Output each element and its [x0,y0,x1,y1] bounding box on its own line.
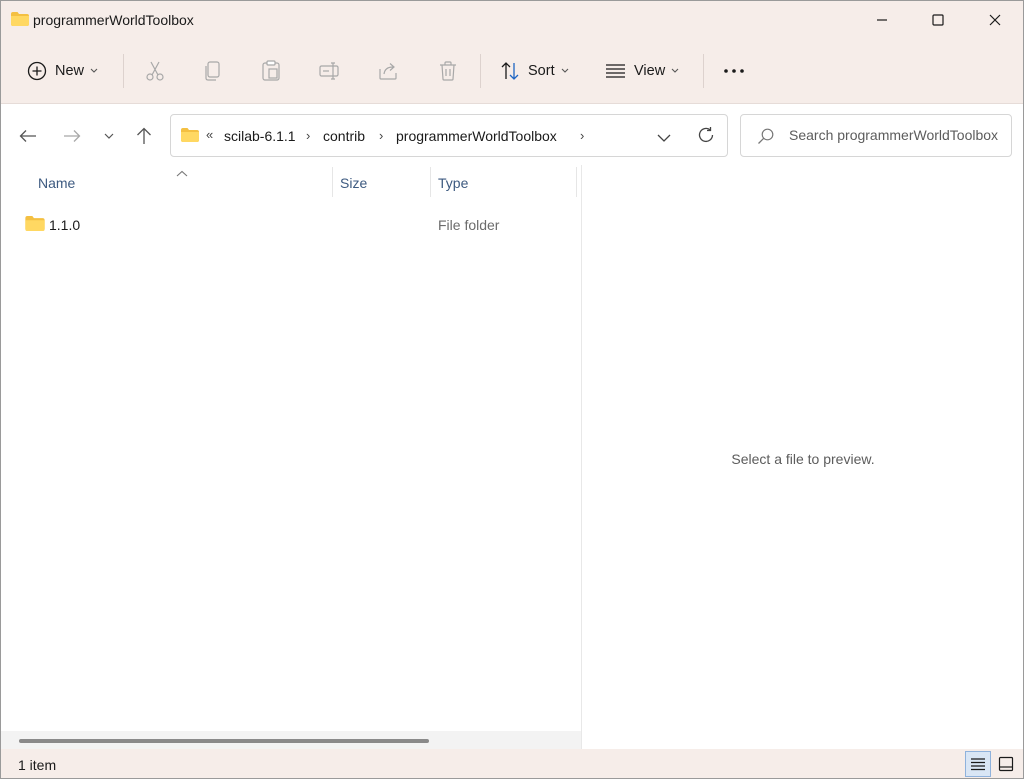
sort-ascending-icon [176,165,188,183]
chevron-right-icon: › [306,128,311,143]
folder-icon [25,216,45,236]
back-arrow-icon [19,130,36,142]
copy-button[interactable] [203,51,223,91]
recent-locations-button[interactable] [96,123,122,149]
details-view-button[interactable] [965,751,991,777]
status-bar: 1 item [1,749,1023,778]
column-divider[interactable] [430,167,431,197]
chevron-right-icon[interactable]: › [580,128,584,143]
search-box[interactable] [740,114,1012,157]
minimize-button[interactable] [854,1,910,39]
large-icons-view-button[interactable] [993,751,1019,777]
refresh-icon [698,127,714,143]
new-label: New [55,63,85,79]
share-icon [379,63,397,80]
paste-icon [262,60,280,81]
breadcrumb-overflow-icon[interactable]: « [206,127,213,142]
view-icon [606,64,625,78]
close-icon [989,14,1001,26]
close-button[interactable] [967,1,1023,39]
paste-button[interactable] [261,51,281,91]
chevron-down-icon [561,68,568,73]
column-header-size[interactable]: Size [340,175,367,191]
item-type: File folder [438,217,500,233]
cut-icon [146,61,164,81]
delete-icon [440,61,456,81]
search-input[interactable] [789,127,1011,143]
sort-icon [501,62,519,80]
large-icons-view-icon [998,756,1014,772]
toolbar-divider [703,54,704,88]
column-header-type[interactable]: Type [438,175,468,191]
folder-icon [11,12,29,31]
breadcrumb-contrib[interactable]: contrib [323,128,365,144]
share-button[interactable] [378,51,400,91]
window-chrome: programmerWorldToolbox New Sort View [1,1,1023,104]
address-bar[interactable]: « scilab-6.1.1 › contrib › programmerWor… [170,114,728,157]
view-label: View [634,63,666,79]
view-button[interactable]: View [605,51,679,91]
column-header-name[interactable]: Name [38,175,75,191]
navigation-row: « scilab-6.1.1 › contrib › programmerWor… [1,105,1023,165]
preview-pane: Select a file to preview. [581,165,1023,749]
list-item[interactable]: 1.1.0 File folder [11,209,577,239]
minimize-icon [877,19,887,21]
cut-button[interactable] [144,51,166,91]
folder-icon [181,128,199,147]
item-name: 1.1.0 [49,217,81,233]
sort-label: Sort [528,63,555,79]
forward-button[interactable] [59,123,85,149]
refresh-button[interactable] [697,126,715,149]
command-bar: New Sort View [1,39,1023,104]
file-list: Name Size Type 1.1.0 File folder [1,165,581,749]
forward-arrow-icon [64,130,81,142]
breadcrumb-scilab[interactable]: scilab-6.1.1 [224,128,296,144]
sort-button[interactable]: Sort [500,51,569,91]
chevron-down-icon [657,134,671,142]
window-title: programmerWorldToolbox [33,12,194,28]
back-button[interactable] [15,123,41,149]
new-icon [27,61,47,81]
file-explorer-window: programmerWorldToolbox New Sort View « s… [0,0,1024,779]
details-view-icon [971,758,985,771]
chevron-right-icon: › [379,128,384,143]
breadcrumb-programmerworldtoolbox[interactable]: programmerWorldToolbox [396,128,557,144]
scrollbar-thumb[interactable] [19,739,429,743]
chevron-down-icon [90,68,98,73]
toolbar-divider [123,54,124,88]
rename-icon [319,62,339,80]
maximize-button[interactable] [910,1,966,39]
copy-icon [205,61,220,81]
delete-button[interactable] [438,51,458,91]
column-divider[interactable] [576,167,577,197]
maximize-icon [932,14,944,26]
title-bar: programmerWorldToolbox [1,1,1023,39]
recent-chevron-icon [104,133,114,139]
see-more-button[interactable] [723,51,745,91]
up-arrow-icon [137,127,151,144]
horizontal-scrollbar[interactable] [1,731,581,749]
item-count: 1 item [18,757,57,773]
new-button[interactable]: New [27,51,98,91]
address-history-button[interactable] [657,130,671,148]
toolbar-divider [480,54,481,88]
up-button[interactable] [131,123,157,149]
search-icon [757,128,774,150]
more-icon [724,69,744,73]
chevron-down-icon [671,68,679,73]
rename-button[interactable] [319,51,341,91]
preview-message: Select a file to preview. [731,451,875,467]
column-divider[interactable] [332,167,333,197]
